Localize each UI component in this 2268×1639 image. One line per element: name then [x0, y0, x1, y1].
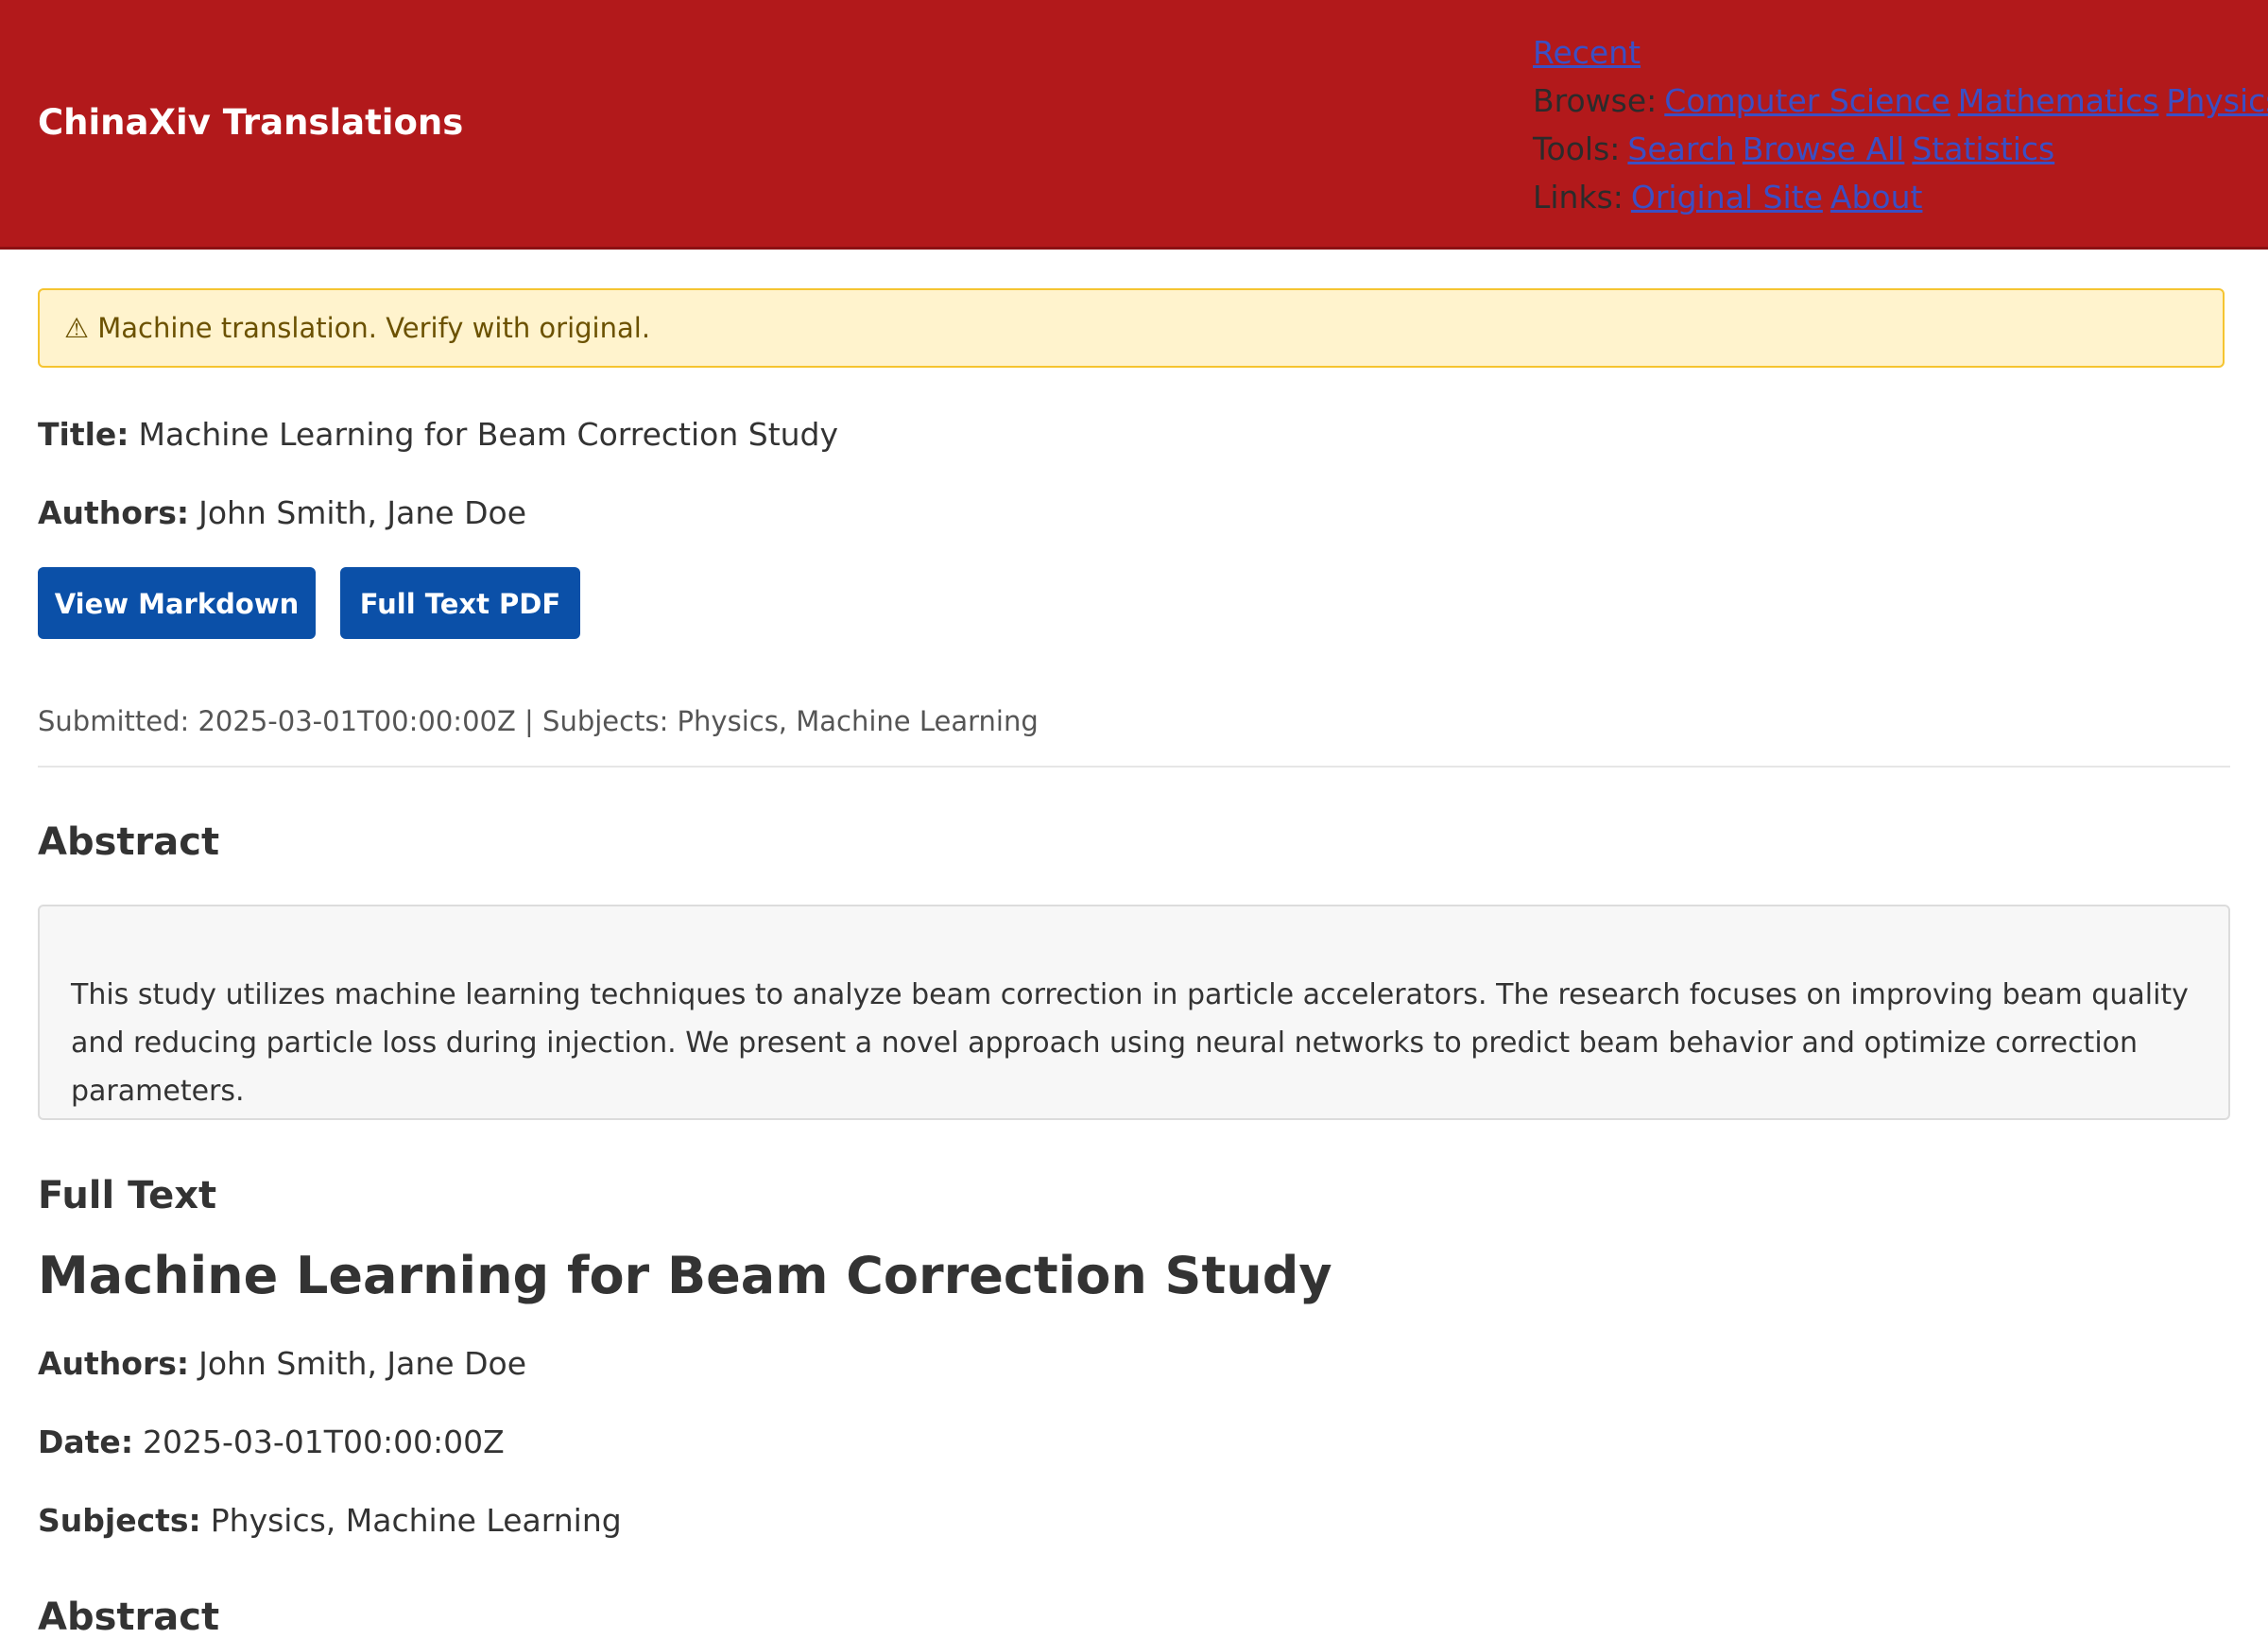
divider: [38, 766, 2230, 768]
ft-date-label: Date:: [38, 1423, 134, 1460]
nav-row-links: Links: Original Site About: [1533, 173, 2268, 221]
full-text-date-row: Date: 2025-03-01T00:00:00Z: [38, 1423, 505, 1460]
full-text-title: Machine Learning for Beam Correction Stu…: [38, 1246, 1332, 1305]
nav-label-browse: Browse:: [1533, 82, 1658, 119]
nav-row-recent: Recent: [1533, 28, 2268, 77]
full-text-abstract-heading: Abstract: [38, 1596, 220, 1639]
site-header: ChinaXiv Translations Recent Browse: Comp…: [0, 0, 2268, 250]
nav-link-mathematics[interactable]: Mathematics: [1958, 82, 2159, 119]
nav-link-statistics[interactable]: Statistics: [1912, 130, 2054, 167]
ft-authors-label: Authors:: [38, 1345, 190, 1382]
ft-subjects-label: Subjects:: [38, 1502, 201, 1539]
nav-label-tools: Tools:: [1533, 130, 1621, 167]
paper-authors-row: Authors: John Smith, Jane Doe: [38, 494, 526, 531]
paper-title: Machine Learning for Beam Correction Stu…: [138, 416, 839, 453]
paper-title-row: Title: Machine Learning for Beam Correcti…: [38, 416, 838, 453]
nav-link-physics[interactable]: Physics: [2166, 82, 2268, 119]
site-brand[interactable]: ChinaXiv Translations: [38, 102, 463, 143]
view-markdown-button[interactable]: View Markdown: [38, 567, 316, 639]
abstract-text: This study utilizes machine learning tec…: [71, 978, 2189, 1108]
full-text-authors-row: Authors: John Smith, Jane Doe: [38, 1345, 526, 1382]
nav-row-browse: Browse: Computer Science Mathematics Physic…: [1533, 77, 2268, 125]
nav-link-search[interactable]: Search: [1627, 130, 1734, 167]
paper-authors: John Smith, Jane Doe: [198, 494, 526, 531]
ft-date: 2025-03-01T00:00:00Z: [143, 1423, 505, 1460]
abstract-heading: Abstract: [38, 820, 220, 864]
nav-link-original-site[interactable]: Original Site: [1631, 179, 1823, 216]
full-text-pdf-button[interactable]: Full Text PDF: [340, 567, 580, 639]
machine-translation-warning: ⚠ Machine translation. Verify with origi…: [38, 288, 2225, 368]
full-text-subjects-row: Subjects: Physics, Machine Learning: [38, 1502, 622, 1539]
nav-link-about[interactable]: About: [1830, 179, 1923, 216]
nav-label-links: Links:: [1533, 179, 1624, 216]
full-text-heading: Full Text: [38, 1174, 217, 1217]
authors-label: Authors:: [38, 494, 190, 531]
nav-row-tools: Tools: Search Browse All Statistics: [1533, 125, 2268, 173]
ft-authors: John Smith, Jane Doe: [198, 1345, 526, 1382]
abstract-box: This study utilizes machine learning tec…: [38, 905, 2230, 1120]
nav-link-computer-science[interactable]: Computer Science: [1664, 82, 1950, 119]
header-nav: Recent Browse: Computer Science Mathematic…: [1533, 28, 2268, 221]
submission-meta: Submitted: 2025-03-01T00:00:00Z | Subjec…: [38, 705, 1039, 737]
nav-link-browse-all[interactable]: Browse All: [1743, 130, 1905, 167]
title-label: Title:: [38, 416, 129, 453]
ft-subjects: Physics, Machine Learning: [210, 1502, 622, 1539]
nav-link-recent[interactable]: Recent: [1533, 34, 1641, 71]
